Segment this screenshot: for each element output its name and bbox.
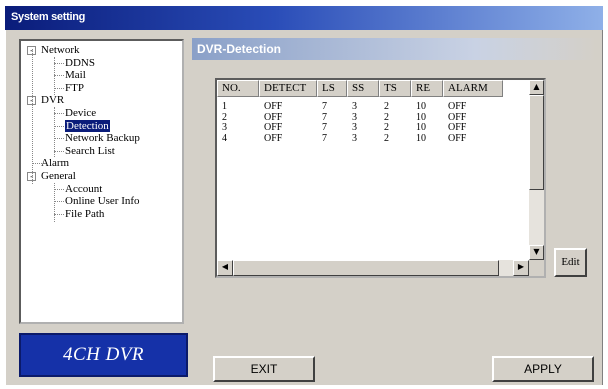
tree-item-network-backup[interactable]: Network Backup xyxy=(65,132,140,144)
column-header-re[interactable]: RE xyxy=(411,80,443,97)
scroll-down-icon[interactable]: ▼ xyxy=(529,245,544,260)
table-cell: OFF xyxy=(264,132,283,144)
vertical-scroll-thumb[interactable] xyxy=(529,95,544,190)
exit-button[interactable]: EXIT xyxy=(213,356,315,382)
table-cell: 2 xyxy=(384,122,389,133)
table-cell: 2 xyxy=(384,132,389,144)
tree-item-file-path[interactable]: File Path xyxy=(65,208,104,220)
table-cell: 3 xyxy=(352,111,357,123)
table-cell: OFF xyxy=(264,101,283,112)
tree-item-alarm[interactable]: Alarm xyxy=(41,157,69,169)
tree-item-detection[interactable]: Detection xyxy=(65,119,110,132)
table-cell: OFF xyxy=(448,101,467,112)
tree-connector xyxy=(54,125,64,127)
settings-tree[interactable]: - Network DDNS Mail FTP - DVR Device Detection Ne… xyxy=(19,39,184,324)
tree-connector xyxy=(54,188,64,190)
table-cell: 7 xyxy=(322,101,327,112)
table-cell: 3 xyxy=(352,101,357,112)
tree-item-ftp[interactable]: FTP xyxy=(65,82,84,94)
tree-item-general[interactable]: General xyxy=(41,170,76,182)
table-cell: 2 xyxy=(384,111,389,123)
apply-button-label: APPLY xyxy=(524,362,562,376)
tree-item-account[interactable]: Account xyxy=(65,183,102,195)
tree-connector xyxy=(54,62,64,64)
table-cell: 3 xyxy=(352,132,357,144)
table-row[interactable]: 1 OFF 7 3 2 10 OFF xyxy=(217,101,503,112)
column-header-detect[interactable]: DETECT xyxy=(259,80,317,97)
apply-button[interactable]: APPLY xyxy=(492,356,594,382)
tree-item-device[interactable]: Device xyxy=(65,107,96,119)
tree-item-network[interactable]: Network xyxy=(41,44,80,56)
horizontal-scroll-thumb[interactable] xyxy=(233,260,499,276)
column-header-ts[interactable]: TS xyxy=(379,80,411,97)
tree-item-dvr[interactable]: DVR xyxy=(41,94,64,106)
tree-connector xyxy=(54,150,64,152)
horizontal-scrollbar[interactable]: ◀ ▶ xyxy=(217,260,529,276)
table-cell: 7 xyxy=(322,111,327,123)
tree-connector xyxy=(32,49,33,184)
edit-button[interactable]: Edit xyxy=(554,248,587,277)
tree-item-ddns[interactable]: DDNS xyxy=(65,57,95,69)
table-row[interactable]: 2 OFF 7 3 2 10 OFF xyxy=(217,112,503,123)
tree-connector xyxy=(54,87,64,89)
tree-connector xyxy=(54,57,55,95)
detection-list[interactable]: NO. DETECT LS SS TS RE ALARM 1 OFF 7 3 2 10 OFF 2 OFF 7… xyxy=(215,78,546,278)
tree-connector xyxy=(54,183,55,222)
exit-button-label: EXIT xyxy=(250,362,278,376)
vertical-scrollbar[interactable]: ▲ ▼ xyxy=(529,80,544,260)
section-header: DVR-Detection xyxy=(192,38,597,60)
table-cell: 10 xyxy=(416,101,426,112)
list-header: NO. DETECT LS SS TS RE ALARM xyxy=(217,80,503,97)
dvr-logo: 4CH DVR xyxy=(19,333,188,377)
window-title-bar: System setting xyxy=(5,6,603,30)
tree-item-search-list[interactable]: Search List xyxy=(65,145,115,157)
tree-item-mail[interactable]: Mail xyxy=(65,69,86,81)
tree-connector xyxy=(54,113,64,114)
table-cell: 7 xyxy=(322,132,327,144)
column-header-alarm[interactable]: ALARM xyxy=(443,80,503,97)
column-header-ss[interactable]: SS xyxy=(347,80,379,97)
edit-button-label: Edit xyxy=(561,256,580,268)
table-cell: 1 xyxy=(222,101,227,112)
column-header-no[interactable]: NO. xyxy=(217,80,259,97)
scrollbar-corner xyxy=(529,260,544,276)
tree-connector xyxy=(54,201,64,203)
table-cell: 10 xyxy=(416,111,426,123)
table-cell: OFF xyxy=(448,132,467,144)
table-cell: OFF xyxy=(448,111,467,123)
tree-connector xyxy=(54,107,55,157)
table-cell: 10 xyxy=(416,132,426,144)
table-row[interactable]: 4 OFF 7 3 2 10 OFF xyxy=(217,133,503,144)
table-cell: OFF xyxy=(264,111,283,123)
table-row[interactable]: 3 OFF 7 3 2 10 OFF xyxy=(217,122,503,133)
scroll-left-icon[interactable]: ◀ xyxy=(217,260,233,276)
column-header-ls[interactable]: LS xyxy=(317,80,347,97)
table-cell: OFF xyxy=(264,122,283,133)
tree-connector xyxy=(54,138,64,140)
table-cell: 2 xyxy=(222,111,227,123)
table-cell: 2 xyxy=(384,101,389,112)
scroll-right-icon[interactable]: ▶ xyxy=(513,260,529,276)
table-cell: 7 xyxy=(322,122,327,133)
tree-connector xyxy=(54,75,64,77)
table-cell: 3 xyxy=(352,122,357,133)
tree-item-online-user-info[interactable]: Online User Info xyxy=(65,195,140,207)
table-cell: 3 xyxy=(222,122,227,133)
scroll-up-icon[interactable]: ▲ xyxy=(529,80,544,95)
tree-connector xyxy=(54,213,64,215)
logo-text: 4CH DVR xyxy=(62,344,145,365)
window-title: System setting xyxy=(11,11,86,23)
table-cell: 10 xyxy=(416,122,426,133)
table-cell: OFF xyxy=(448,122,467,133)
section-title: DVR-Detection xyxy=(197,42,282,56)
table-cell: 4 xyxy=(222,132,227,144)
